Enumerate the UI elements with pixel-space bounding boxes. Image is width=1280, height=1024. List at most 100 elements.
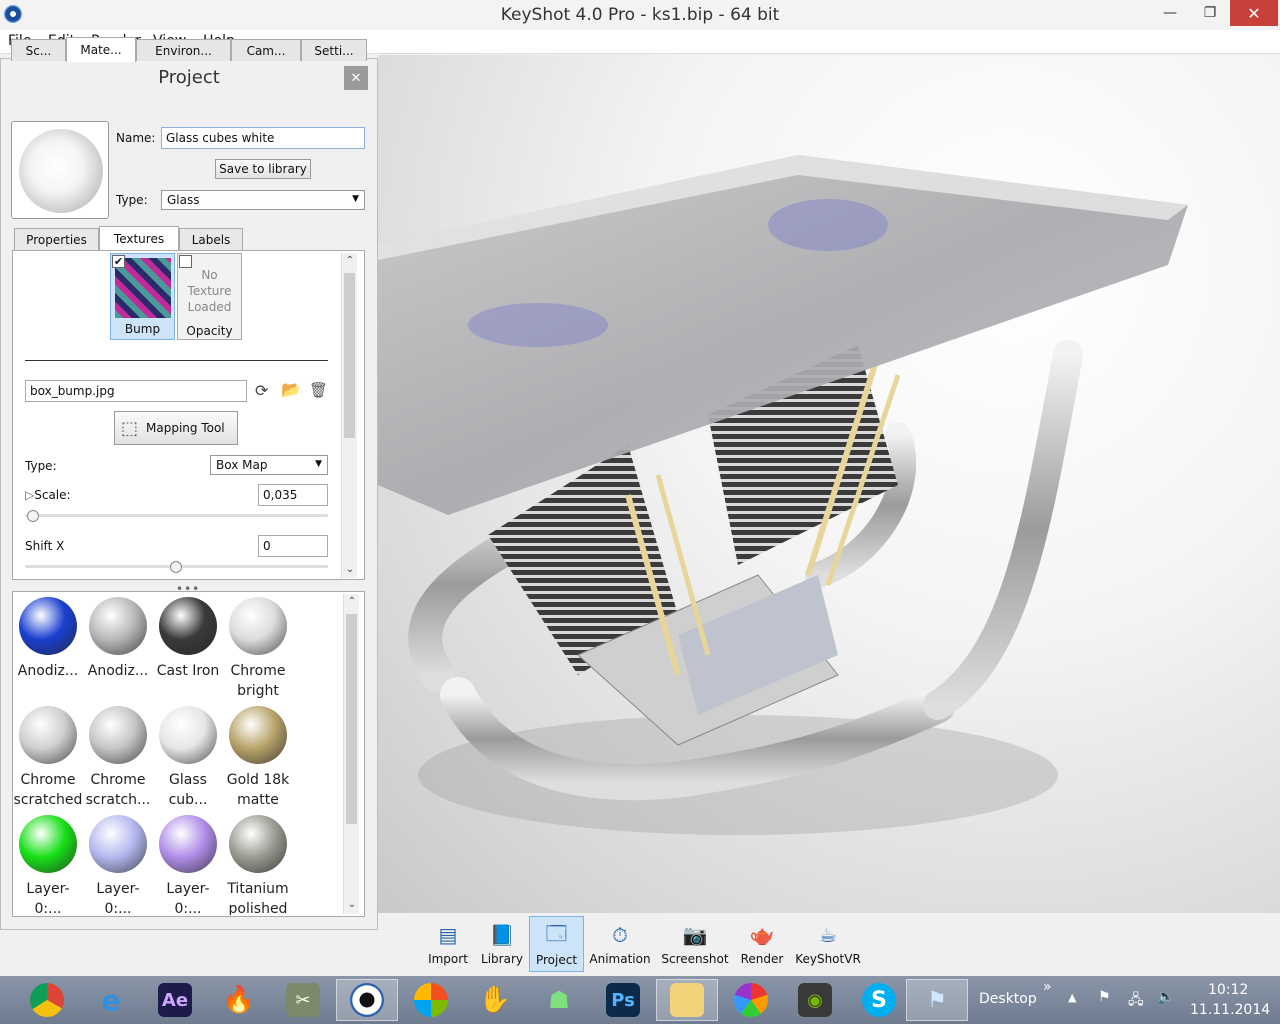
material-item[interactable]: Chrome scratch... [83,706,153,810]
taskbar-chrome[interactable] [16,979,78,1021]
windows-icon [414,983,448,1017]
textures-scrollbar[interactable]: ⌃ ⌄ [341,253,357,578]
taskbar-photoshop[interactable]: Ps [592,979,654,1021]
taskbar-nvidia[interactable]: ◉ [784,979,846,1021]
material-item[interactable]: Chrome bright [223,597,293,701]
scroll-up-icon[interactable]: ⌃ [344,594,360,610]
maximize-button[interactable]: ❐ [1190,0,1230,26]
app-icon: ✂ [286,983,320,1017]
opacity-empty-line3: Loaded [187,300,232,314]
import-label: Import [428,952,468,966]
scroll-down-icon[interactable]: ⌄ [342,562,358,578]
tab-material[interactable]: Mate... [66,37,136,62]
render-button[interactable]: 🫖 Render [737,916,787,972]
taskbar-app-9[interactable]: ☗ [528,979,590,1021]
engine-render-scene [378,155,1188,835]
render-viewport[interactable] [378,55,1280,913]
tray-volume-icon[interactable]: 🔈 [1157,989,1174,1005]
screenshot-button[interactable]: 📷 Screenshot [659,916,731,972]
scroll-up-icon[interactable]: ⌃ [342,253,358,269]
material-name-input[interactable]: Glass cubes white [161,127,365,149]
library-button[interactable]: 📘 Library [478,916,526,972]
tab-settings[interactable]: Setti... [301,39,367,61]
project-button[interactable]: 🗔 Project [529,916,584,972]
opacity-checkbox[interactable] [179,255,192,268]
scale-slider-track[interactable] [25,514,328,517]
material-ball-2 [159,597,217,655]
scale-input[interactable]: 0,035 [258,484,328,506]
material-item[interactable]: Glass cub... [153,706,223,810]
scroll-down-icon[interactable]: ⌄ [344,897,360,913]
tab-environment[interactable]: Environ... [136,39,231,61]
desktop-toolbar-label[interactable]: Desktop [979,991,1037,1007]
clock-time[interactable]: 10:12 [1208,982,1248,998]
tab-scene[interactable]: Sc... [11,39,66,61]
material-item[interactable]: Layer-0:... [83,815,153,919]
subtab-labels[interactable]: Labels [179,228,243,250]
folder-icon[interactable]: 📂 [281,380,301,399]
subtab-textures[interactable]: Textures [99,226,179,251]
taskbar-skype[interactable]: S [848,979,910,1021]
library-scrollbar[interactable]: ⌃ ⌄ [343,594,359,914]
scale-slider-knob[interactable] [27,510,39,522]
expand-arrow-icon[interactable]: ▷ [25,488,34,502]
material-label: Titanium [227,881,289,897]
checkmark-icon: ✔ [113,255,124,268]
material-item[interactable]: Layer-0:... [153,815,223,919]
material-item[interactable]: Layer-0:... [13,815,83,919]
panel-close-button[interactable]: ✕ [344,66,368,90]
taskbar-windows-media[interactable] [400,979,462,1021]
taskbar-flame-app[interactable]: 🔥 [208,979,270,1021]
subtab-properties[interactable]: Properties [14,228,99,250]
chrome-icon [30,983,64,1017]
import-button[interactable]: ▤ Import [420,916,476,972]
skype-icon: S [862,983,896,1017]
material-type-select[interactable]: Glass ▼ [161,190,365,210]
taskbar-after-effects[interactable]: Ae [144,979,206,1021]
taskbar-keyshot[interactable] [336,979,398,1021]
tab-camera[interactable]: Cam... [231,39,301,61]
nvidia-icon: ◉ [798,983,832,1017]
trash-icon[interactable]: 🗑 [309,381,328,399]
material-item[interactable]: Chrome scratched [13,706,83,810]
close-button[interactable]: ✕ [1230,0,1278,26]
material-item[interactable]: Cast Iron [153,597,223,681]
material-item[interactable]: Anodiz... [83,597,153,681]
bump-slot-label: Bump [124,322,161,336]
map-type-select[interactable]: Box Map ▼ [210,455,328,475]
animation-button[interactable]: ⏱ Animation [588,916,652,972]
clock-date[interactable]: 11.11.2014 [1190,1002,1270,1018]
scroll-thumb[interactable] [346,614,357,824]
texture-file-input[interactable]: box_bump.jpg [25,380,247,402]
material-ball-11 [229,815,287,873]
mapping-tool-button[interactable]: ⬚ Mapping Tool [114,411,238,445]
refresh-icon[interactable]: ⟳ [255,381,268,400]
material-preview [11,121,109,219]
taskbar-ie[interactable]: e [80,979,142,1021]
tray-up-arrow-icon[interactable]: ▲ [1068,991,1076,1004]
material-ball-6 [159,706,217,764]
taskbar-app-5[interactable]: ✂ [272,979,334,1021]
material-item[interactable]: Titanium polished [223,815,293,915]
taskbar-explorer[interactable] [656,979,718,1021]
taskbar-app-8[interactable]: ✋ [464,979,526,1021]
animation-label: Animation [589,952,651,966]
shiftx-input[interactable]: 0 [258,535,328,557]
opacity-empty-line1: No [201,268,218,282]
scale-label: ▷Scale: [25,488,71,502]
keyshotvr-button[interactable]: ☕ KeyShotVR [794,916,862,972]
tray-network-icon[interactable]: 🖧 [1128,989,1144,1013]
desktop-chevron-icon[interactable]: » [1043,979,1052,995]
scroll-thumb[interactable] [344,273,355,438]
minimize-button[interactable]: — [1150,0,1190,26]
material-item[interactable]: Gold 18k matte [223,706,293,810]
bump-checkbox[interactable]: ✔ [112,255,125,268]
taskbar-picasa[interactable] [720,979,782,1021]
tray-flag-icon[interactable]: ⚑ [1098,989,1111,1005]
save-to-library-button[interactable]: Save to library [215,159,311,179]
shiftx-slider-knob[interactable] [170,561,182,573]
minimize-icon: — [1163,5,1177,21]
project-label: Project [535,953,578,967]
taskbar-app-15[interactable]: ⚑ [906,979,968,1021]
material-item[interactable]: Anodiz... [13,597,83,681]
